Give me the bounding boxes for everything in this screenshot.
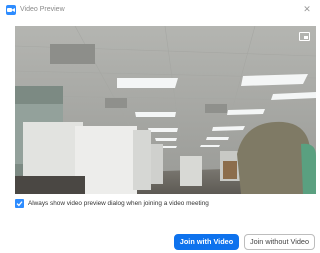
video-preview-feed xyxy=(15,26,316,194)
join-without-video-button[interactable]: Join without Video xyxy=(244,234,315,250)
title-bar: Video Preview ✕ xyxy=(0,0,316,20)
window-title: Video Preview xyxy=(20,6,65,13)
close-icon[interactable]: ✕ xyxy=(300,2,314,16)
join-with-video-button[interactable]: Join with Video xyxy=(174,234,239,250)
video-preview-dialog: Video Preview ✕ Always show video previe… xyxy=(0,0,316,253)
camera-image xyxy=(15,26,316,194)
always-show-preview-checkbox[interactable] xyxy=(15,199,24,208)
picture-in-picture-icon[interactable] xyxy=(299,32,310,41)
always-show-preview-label[interactable]: Always show video preview dialog when jo… xyxy=(28,199,209,209)
zoom-app-icon xyxy=(6,5,16,15)
